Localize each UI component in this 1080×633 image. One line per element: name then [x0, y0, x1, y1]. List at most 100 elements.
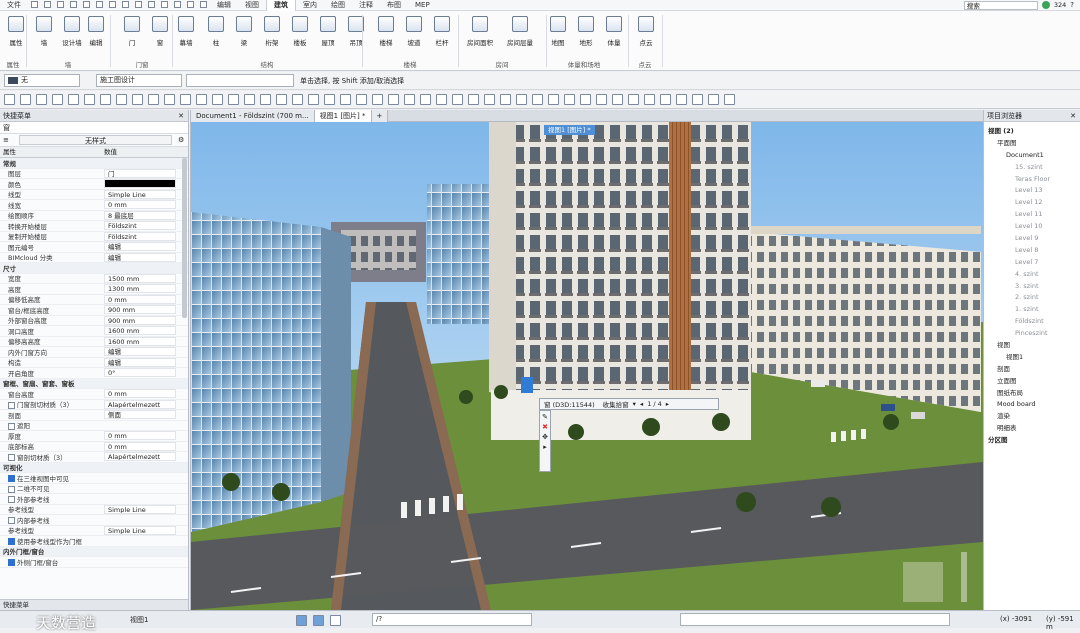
snap-tool-icon[interactable] — [676, 94, 687, 105]
info-field[interactable] — [680, 613, 950, 626]
ribbon-button[interactable]: 编辑 — [82, 13, 110, 57]
menu-icon[interactable]: ≡ — [3, 136, 13, 144]
menu-item[interactable]: 视图 — [238, 0, 266, 11]
render-image[interactable]: 视图1 [图片] * 窗 (D3D:11544) 收集拾窗 ▾ ◂ 1 / 4 … — [191, 122, 983, 610]
snap-tool-icon[interactable] — [724, 94, 735, 105]
property-row[interactable]: 构造 编辑 — [0, 357, 188, 368]
property-row[interactable]: 使用参考线型作为门框 — [0, 536, 188, 547]
property-row[interactable]: 转换开始楼层 Földszint — [0, 221, 188, 232]
menu-item[interactable]: 室内 — [296, 0, 324, 11]
property-value[interactable]: 编辑 — [104, 252, 176, 262]
tree-item[interactable]: 视图 (2) — [984, 126, 1080, 138]
snap-tool-icon[interactable] — [164, 94, 175, 105]
quick-access-icon[interactable] — [67, 0, 80, 11]
property-value[interactable]: 编辑 — [104, 357, 176, 367]
user-icon[interactable] — [1041, 1, 1050, 9]
quick-access-icon[interactable] — [28, 0, 41, 11]
property-row[interactable]: 外部参考线 — [0, 494, 188, 505]
tree-item[interactable]: Teras Floor — [984, 174, 1080, 186]
reference-combo[interactable] — [186, 74, 294, 87]
snap-tool-icon[interactable] — [68, 94, 79, 105]
snap-tool-icon[interactable] — [180, 94, 191, 105]
tree-item[interactable]: Level 12 — [984, 197, 1080, 209]
property-row[interactable]: 图元编号 编辑 — [0, 242, 188, 253]
chevron-down-icon[interactable]: ▾ — [633, 400, 636, 408]
picture-tab[interactable]: 视图1 [图片] * — [544, 125, 595, 135]
property-value[interactable]: 1300 mm — [104, 284, 176, 294]
snap-tool-icon[interactable] — [436, 94, 447, 105]
ribbon-button[interactable]: 楼梯 — [372, 13, 400, 57]
property-value[interactable]: Földszint — [104, 231, 176, 241]
arrow-up-icon[interactable] — [296, 615, 307, 626]
quick-access-icon[interactable] — [184, 0, 197, 11]
ribbon-button[interactable]: 柱 — [202, 13, 230, 57]
tree-item[interactable]: 明细表 — [984, 423, 1080, 435]
property-value[interactable]: 0 mm — [104, 441, 176, 451]
snap-tool-icon[interactable] — [372, 94, 383, 105]
help-icon[interactable]: ? — [1070, 1, 1074, 9]
tree-item[interactable]: 渲染 — [984, 411, 1080, 423]
property-value[interactable]: 编辑 — [104, 347, 176, 357]
property-row[interactable]: 参考线型 Simple Line — [0, 504, 188, 515]
snap-tool-icon[interactable] — [484, 94, 495, 105]
search-box[interactable]: 搜索 — [963, 0, 1038, 10]
tree-item[interactable]: 1. szint — [984, 304, 1080, 316]
ribbon-button[interactable]: 地图 — [544, 13, 572, 57]
snap-tool-icon[interactable] — [52, 94, 63, 105]
property-value[interactable]: 0 mm — [104, 431, 176, 441]
ribbon-button[interactable]: 体量 — [600, 13, 628, 57]
view-set-combo[interactable]: 施工图设计 — [96, 74, 182, 87]
checkbox[interactable] — [8, 401, 15, 409]
property-row[interactable]: 线宽 0 mm — [0, 200, 188, 211]
tree-item[interactable]: Földszint — [984, 316, 1080, 328]
property-value[interactable]: Simple Line — [104, 504, 176, 514]
property-value[interactable]: 编辑 — [104, 242, 176, 252]
property-value[interactable]: 门 — [104, 168, 176, 178]
ribbon-button[interactable]: 屋顶 — [314, 13, 342, 57]
property-value[interactable]: 1500 mm — [104, 273, 176, 283]
snap-tool-icon[interactable] — [324, 94, 335, 105]
quick-access-icon[interactable] — [197, 0, 210, 11]
property-section[interactable]: 窗框、窗扇、窗套、窗板 — [0, 378, 188, 389]
command-input[interactable]: /? — [372, 613, 532, 626]
property-value[interactable] — [104, 179, 176, 189]
menu-item[interactable]: 注释 — [352, 0, 380, 11]
tree-item[interactable]: Level 7 — [984, 257, 1080, 269]
quick-access-icon[interactable] — [119, 0, 132, 11]
tree-item[interactable]: 剖面 — [984, 364, 1080, 376]
ribbon-button[interactable]: 桁架 — [258, 13, 286, 57]
property-row[interactable]: 内外门窗方向 编辑 — [0, 347, 188, 358]
snap-tool-icon[interactable] — [692, 94, 703, 105]
prev-icon[interactable]: ◂ — [640, 400, 643, 408]
snap-tool-icon[interactable] — [308, 94, 319, 105]
property-value[interactable]: 侧面 — [104, 410, 176, 420]
checkbox[interactable] — [8, 496, 15, 504]
quick-access-icon[interactable] — [106, 0, 119, 11]
quick-access-icon[interactable] — [54, 0, 67, 11]
snap-tool-icon[interactable] — [628, 94, 639, 105]
ribbon-button[interactable]: 幕墙 — [172, 13, 200, 57]
close-icon[interactable]: ✕ — [178, 110, 184, 122]
tree-item[interactable]: 平面图 — [984, 138, 1080, 150]
property-row[interactable]: 窗剖切材质（3） Alapértelmezett — [0, 452, 188, 463]
property-row[interactable]: 颜色 — [0, 179, 188, 190]
quick-access-icon[interactable] — [132, 0, 145, 11]
property-row[interactable]: 开启角度 0° — [0, 368, 188, 379]
property-row[interactable]: 在三维视图中可见 — [0, 473, 188, 484]
tree-item[interactable]: 视图 — [984, 340, 1080, 352]
quick-access-icon[interactable] — [145, 0, 158, 11]
tree-item[interactable]: 3. szint — [984, 281, 1080, 293]
checkbox[interactable] — [8, 517, 15, 525]
quick-access-icon[interactable] — [41, 0, 54, 11]
property-row[interactable]: 参考线型 Simple Line — [0, 525, 188, 536]
snap-tool-icon[interactable] — [500, 94, 511, 105]
snap-tool-icon[interactable] — [612, 94, 623, 105]
property-row[interactable]: 外侧门框/窗台 — [0, 557, 188, 568]
snap-tool-icon[interactable] — [452, 94, 463, 105]
property-row[interactable]: 偏移低高度 0 mm — [0, 294, 188, 305]
property-row[interactable]: 偏移高高度 1600 mm — [0, 336, 188, 347]
property-value[interactable]: Földszint — [104, 221, 176, 231]
tree-item[interactable]: 2. szint — [984, 292, 1080, 304]
ribbon-button[interactable]: 吊顶 — [342, 13, 370, 57]
pencil-icon[interactable]: ✎ — [542, 413, 548, 421]
